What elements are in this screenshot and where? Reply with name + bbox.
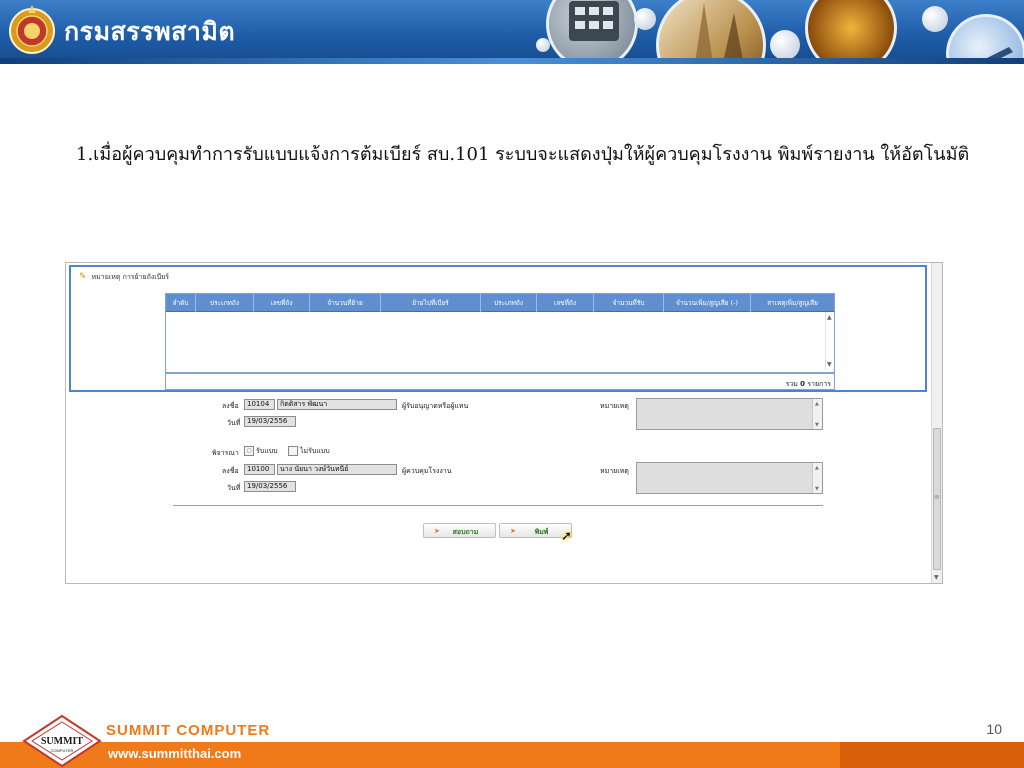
col-header-gain-loss-reason[interactable]: สาเหตุเพิ่ม/สูญเสีย <box>751 294 834 312</box>
grid-footer: รวม 0 รายการ <box>166 372 834 390</box>
header-banner: กรมสรรพสามิต <box>0 0 1024 64</box>
calculator-photo <box>546 0 638 64</box>
circuit-photo <box>805 0 897 64</box>
scroll-up-icon[interactable]: ▲ <box>815 465 819 471</box>
grid-header: ลำดับ ประเภทถัง เลขที่ถัง จำนวนที่ย้าย ย… <box>166 294 834 312</box>
controller-date-field[interactable]: 19/03/2556 <box>244 481 296 492</box>
grid-body: ▲ ▼ <box>166 312 834 370</box>
controller-code-field[interactable]: 10100 <box>244 464 275 475</box>
col-header-moved-qty[interactable]: จำนวนที่ย้าย <box>310 294 381 312</box>
mouse-pointer-icon: ➚ <box>561 529 572 544</box>
col-header-bucket-no-2[interactable]: เลขที่ถัง <box>537 294 594 312</box>
page-scrollbar[interactable]: ≡ ▼ <box>931 263 942 583</box>
department-title: กรมสรรพสามิต <box>64 17 236 46</box>
ask-button-label: สอบถาม <box>452 528 479 536</box>
requester-sign-label: ลงชื่อ <box>222 402 239 410</box>
scroll-down-icon[interactable]: ▼ <box>815 422 819 428</box>
requester-role-label: ผู้รับอนุญาตหรือผู้แทน <box>402 402 469 410</box>
decor-dot <box>536 38 550 52</box>
company-website[interactable]: www.summitthai.com <box>108 746 241 761</box>
requester-remark-textarea[interactable]: ▲ ▼ <box>636 398 823 430</box>
reject-label: ไม่รับแบบ <box>300 447 330 455</box>
pen-photo <box>946 14 1024 64</box>
col-header-move-to[interactable]: ย้ายไปที่เบียร์ <box>381 294 481 312</box>
form-divider <box>173 505 823 506</box>
scroll-grip-icon: ≡ <box>934 493 940 501</box>
requester-code-field[interactable]: 10104 <box>244 399 275 410</box>
controller-remark-label: หมายเหตุ <box>600 467 629 475</box>
bucket-transfer-panel: ✎ หมายเหตุ การย้ายถังเบียร์ ลำดับ ประเภทถ… <box>69 265 927 392</box>
company-name: SUMMIT COMPUTER <box>106 722 271 739</box>
accept-label: รับแบบ <box>256 447 278 455</box>
transfer-grid: ลำดับ ประเภทถัง เลขที่ถัง จำนวนที่ย้าย ย… <box>165 293 835 390</box>
controller-sign-label: ลงชื่อ <box>222 467 239 475</box>
scroll-down-icon[interactable]: ▼ <box>934 574 939 581</box>
col-header-seq[interactable]: ลำดับ <box>166 294 196 312</box>
svg-text:SUMMIT: SUMMIT <box>41 736 84 747</box>
scroll-down-icon[interactable]: ▼ <box>827 361 832 368</box>
decor-dot <box>634 8 656 30</box>
col-header-bucket-type[interactable]: ประเภทถัง <box>196 294 254 312</box>
panel-title-text: หมายเหตุ การย้ายถังเบียร์ <box>91 273 170 281</box>
page-number: 10 <box>986 721 1002 737</box>
controller-remark-textarea[interactable]: ▲ ▼ <box>636 462 823 494</box>
controller-name-field[interactable]: นาง นัยนา วงษ์วันทนีย์ <box>277 464 397 475</box>
summit-logo-icon: SUMMIT COMPUTER <box>22 714 102 768</box>
grid-total: รวม 0 รายการ <box>786 379 831 390</box>
embedded-screenshot: ✎ หมายเหตุ การย้ายถังเบียร์ ลำดับ ประเภทถ… <box>65 262 943 584</box>
total-prefix: รวม <box>785 380 798 388</box>
requester-date-label: วันที่ <box>227 419 241 427</box>
total-count: 0 <box>800 380 806 388</box>
panel-title: ✎ หมายเหตุ การย้ายถังเบียร์ <box>79 272 169 283</box>
controller-date-label: วันที่ <box>227 484 241 492</box>
col-header-bucket-type-2[interactable]: ประเภทถัง <box>481 294 537 312</box>
total-suffix: รายการ <box>807 380 831 388</box>
col-header-bucket-no[interactable]: เลขที่ถัง <box>254 294 310 312</box>
controller-role-label: ผู้ควบคุมโรงงาน <box>402 467 452 475</box>
note-icon: ✎ <box>79 272 87 282</box>
memo-scrollbar[interactable]: ▲ ▼ <box>812 463 822 493</box>
ask-button[interactable]: ➤ สอบถาม <box>423 523 496 538</box>
scroll-down-icon[interactable]: ▼ <box>815 486 819 492</box>
scroll-up-icon[interactable]: ▲ <box>827 314 832 321</box>
excise-emblem-icon <box>9 5 55 54</box>
memo-scrollbar[interactable]: ▲ ▼ <box>812 399 822 429</box>
scroll-up-icon[interactable]: ▲ <box>815 401 819 407</box>
decor-dot <box>922 6 948 32</box>
footer-bar-accent <box>840 742 1024 768</box>
reject-checkbox[interactable] <box>288 446 298 456</box>
skyscraper-photo <box>656 0 766 64</box>
grid-scrollbar[interactable]: ▲ ▼ <box>825 312 834 370</box>
header-stripe <box>0 58 1024 64</box>
col-header-gain-loss[interactable]: จำนวนเพิ่ม/สูญเสีย (-) <box>664 294 751 312</box>
description-text: 1.เมื่อผู้ควบคุมทำการรับแบบแจ้งการต้มเบี… <box>76 144 970 165</box>
svg-text:COMPUTER: COMPUTER <box>51 748 74 753</box>
accept-option[interactable]: ○ รับแบบ <box>244 446 278 457</box>
decor-dot <box>770 30 800 60</box>
requester-name-field[interactable]: กิตติสาร พัฒนา <box>277 399 397 410</box>
accept-radio[interactable]: ○ <box>244 446 254 456</box>
col-header-received-qty[interactable]: จำนวนที่รับ <box>594 294 664 312</box>
reject-option[interactable]: ไม่รับแบบ <box>288 446 330 457</box>
consider-label: พิจารณา <box>212 449 239 457</box>
requester-date-field[interactable]: 19/03/2556 <box>244 416 296 427</box>
requester-remark-label: หมายเหตุ <box>600 402 629 410</box>
